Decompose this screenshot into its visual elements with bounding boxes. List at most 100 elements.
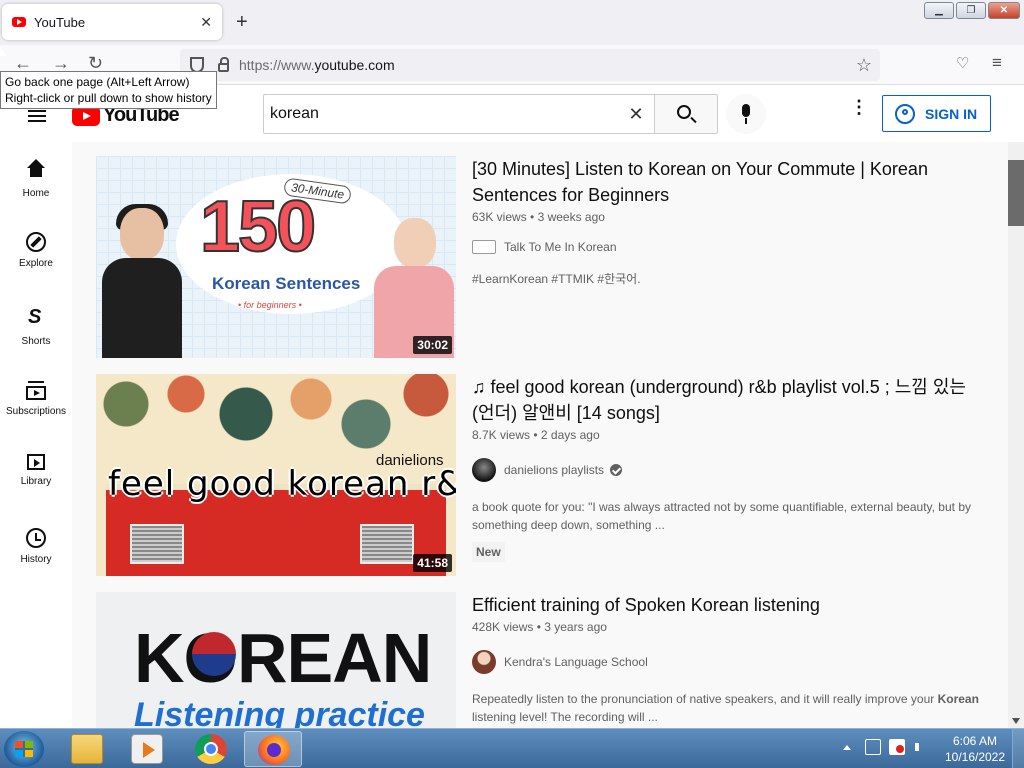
thumbnail-small-text: • for beginners • <box>238 300 302 310</box>
video-description: Repeatedly listen to the pronunciation o… <box>472 690 992 726</box>
taskbar-firefox[interactable] <box>244 731 302 767</box>
clear-search-icon[interactable]: ✕ <box>618 104 654 125</box>
video-description: #LearnKorean #TTMIK #한국어. <box>472 272 641 286</box>
video-title[interactable]: [30 Minutes] Listen to Korean on Your Co… <box>472 156 992 208</box>
channel-row[interactable]: Talk To Me In Korean <box>472 240 992 254</box>
tooltip-line-1: Go back one page (Alt+Left Arrow) <box>5 75 190 89</box>
scroll-down-arrow-icon[interactable] <box>1012 718 1020 724</box>
video-thumbnail[interactable]: 150 30-Minute Korean Sentences • for beg… <box>96 156 456 358</box>
thumbnail-text: feel good korean r&b <box>108 464 456 504</box>
address-bar[interactable]: https://www.youtube.com ☆ <box>180 49 880 81</box>
start-button[interactable] <box>4 731 44 767</box>
thumbnail-speaker-left <box>130 524 184 564</box>
channel-name[interactable]: Kendra's Language School <box>504 655 648 669</box>
taskbar-media-player[interactable] <box>118 731 176 767</box>
show-hidden-icons-icon[interactable] <box>843 744 851 750</box>
sidebar-item-label: Shorts <box>21 336 51 347</box>
lock-icon[interactable] <box>218 57 229 72</box>
sidebar-item-shorts[interactable]: Shorts <box>0 290 72 364</box>
microphone-stem <box>745 118 747 124</box>
sidebar-item-explore[interactable]: Explore <box>0 216 72 290</box>
thumbnail-number: 150 <box>199 186 317 268</box>
sidebar-item-label: Library <box>20 476 52 487</box>
channel-row[interactable]: Kendra's Language School <box>472 650 992 674</box>
system-tray <box>843 739 929 755</box>
action-center-flag-icon[interactable] <box>889 739 905 755</box>
video-title[interactable]: Efficient training of Spoken Korean list… <box>472 592 992 618</box>
video-result: danielions feel good korean r&b 41:58 ♫ … <box>96 374 996 576</box>
channel-avatar[interactable] <box>472 458 496 482</box>
sidebar-item-subscriptions[interactable]: Subscriptions <box>0 364 72 438</box>
close-window-button[interactable]: ✕ <box>988 2 1020 19</box>
youtube-favicon-icon <box>12 17 26 27</box>
taskbar-clock[interactable]: 6:06 AM 10/16/2022 <box>940 733 1010 765</box>
browser-tab-youtube[interactable]: YouTube ✕ <box>2 4 222 40</box>
browser-tab-strip: YouTube ✕ + ▁ ❐ ✕ <box>0 0 1024 45</box>
url-domain: youtube.com <box>314 57 395 73</box>
taskbar-explorer[interactable] <box>58 731 116 767</box>
tooltip-line-2: Right-click or pull down to show history <box>5 91 212 105</box>
taegeuk-symbol <box>192 632 236 676</box>
subscriptions-icon <box>26 381 46 400</box>
show-desktop-button[interactable] <box>1012 729 1024 768</box>
search-box[interactable]: korean ✕ <box>263 94 655 134</box>
thumbnail-speaker-right <box>360 524 414 564</box>
video-views-line: 63K views • 3 weeks ago <box>472 210 992 224</box>
channel-row[interactable]: danielions playlists <box>472 458 992 482</box>
channel-avatar[interactable] <box>472 650 496 674</box>
description-highlight: Korean <box>937 692 979 706</box>
windows-logo-icon <box>15 741 33 757</box>
video-result: KOREAN Listening practice Efficient trai… <box>96 592 996 728</box>
channel-avatar[interactable] <box>472 240 496 254</box>
video-thumbnail[interactable]: KOREAN Listening practice <box>96 592 456 728</box>
minimize-button[interactable]: ▁ <box>924 2 954 19</box>
video-duration: 41:58 <box>413 554 452 572</box>
sidebar-item-history[interactable]: History <box>0 512 72 586</box>
video-thumbnail[interactable]: danielions feel good korean r&b 41:58 <box>96 374 456 576</box>
views-separator: • <box>530 428 541 442</box>
url-text[interactable]: https://www.youtube.com <box>239 57 395 73</box>
back-button-tooltip: Go back one page (Alt+Left Arrow) Right-… <box>0 71 217 109</box>
channel-name[interactable]: Talk To Me In Korean <box>504 240 617 254</box>
scrollbar-thumb[interactable] <box>1008 160 1024 226</box>
video-views: 63K views <box>472 210 527 224</box>
sign-in-button[interactable]: SIGN IN <box>882 95 991 132</box>
search-button[interactable] <box>654 94 718 134</box>
channel-name[interactable]: danielions playlists <box>504 463 604 477</box>
firefox-icon <box>258 735 290 765</box>
pocket-icon[interactable]: ♡ <box>956 54 969 72</box>
video-age: 2 days ago <box>540 428 600 442</box>
voice-search-button[interactable] <box>726 94 766 134</box>
thumbnail-subtitle: Korean Sentences <box>212 274 361 293</box>
description-text: listening level! The recording will ... <box>472 710 658 724</box>
sidebar-item-library[interactable]: Library <box>0 438 72 512</box>
guide-menu-icon[interactable] <box>28 110 46 122</box>
library-icon <box>27 454 45 470</box>
video-views: 8.7K views <box>472 428 531 442</box>
search-results: 150 30-Minute Korean Sentences • for beg… <box>72 142 1008 728</box>
volume-icon[interactable] <box>913 739 929 755</box>
video-meta: Efficient training of Spoken Korean list… <box>472 592 992 726</box>
app-menu-icon[interactable]: ≡ <box>992 53 1002 73</box>
windows-taskbar: 6:06 AM 10/16/2022 <box>0 728 1024 768</box>
network-icon[interactable] <box>865 739 881 755</box>
page-scrollbar[interactable] <box>1008 142 1024 728</box>
search-input[interactable]: korean <box>270 105 618 123</box>
new-tab-button[interactable]: + <box>236 10 248 34</box>
tab-close-icon[interactable]: ✕ <box>200 14 212 31</box>
url-prefix: https://www. <box>239 57 315 73</box>
video-views-line: 428K views • 3 years ago <box>472 620 992 634</box>
video-title[interactable]: ♫ feel good korean (underground) r&b pla… <box>472 374 992 426</box>
home-icon <box>24 158 48 182</box>
sidebar-item-home[interactable]: Home <box>0 142 72 216</box>
restore-button[interactable]: ❐ <box>956 2 986 19</box>
new-badge: New <box>472 542 505 562</box>
tab-title: YouTube <box>34 14 86 30</box>
folder-icon <box>71 734 103 764</box>
thumbnail-person-left <box>102 204 182 358</box>
verified-check-icon <box>610 464 623 476</box>
bookmark-star-icon[interactable]: ☆ <box>856 55 872 76</box>
settings-kebab-icon[interactable]: ⋮ <box>850 98 868 116</box>
taskbar-chrome[interactable] <box>182 731 240 767</box>
video-meta: ♫ feel good korean (underground) r&b pla… <box>472 374 992 562</box>
